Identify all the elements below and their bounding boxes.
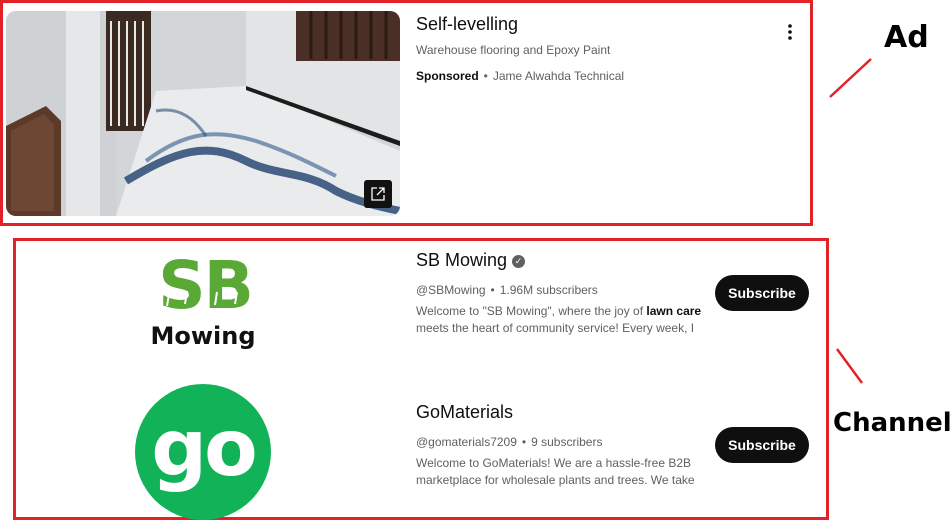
meta-separator: • — [483, 69, 488, 83]
ad-annotation-label: Ad — [884, 20, 929, 55]
verified-badge-icon: ✓ — [512, 255, 526, 268]
go-logo-text: go — [151, 404, 257, 494]
sb-logo-letters: SB — [158, 250, 252, 324]
channel-name-gomaterials[interactable]: GoMaterials — [416, 402, 513, 423]
channel-name-sb-mowing[interactable]: SB Mowing ✓ — [416, 250, 526, 271]
more-vert-icon — [788, 24, 792, 40]
subscriber-count: 9 subscribers — [531, 435, 603, 449]
channel-meta-gomaterials: @gomaterials7209 • 9 subscribers — [416, 435, 602, 449]
channel-description-sb-mowing: Welcome to "SB Mowing", where the joy of… — [416, 303, 704, 337]
desc-highlight: lawn care — [646, 304, 702, 318]
open-in-new-button[interactable] — [364, 180, 392, 208]
channels-annotation-line — [835, 348, 864, 384]
meta-separator: • — [521, 435, 527, 449]
channels-annotation-label: Channels — [833, 408, 950, 438]
channel-meta-sb-mowing: @SBMowing • 1.96M subscribers — [416, 283, 598, 297]
meta-separator: • — [490, 283, 495, 297]
ad-subtitle: Warehouse flooring and Epoxy Paint — [416, 43, 611, 57]
advertiser-name[interactable]: Jame Alwahda Technical — [493, 69, 624, 83]
subscribe-button-gomaterials[interactable]: Subscribe — [715, 427, 809, 463]
channel-name-text[interactable]: SB Mowing — [416, 250, 507, 270]
ad-thumbnail[interactable] — [6, 11, 400, 216]
ad-menu-button[interactable] — [780, 22, 800, 42]
ad-title[interactable]: Self-levelling — [416, 14, 518, 35]
open-in-new-icon — [371, 187, 385, 201]
ad-meta: Sponsored • Jame Alwahda Technical — [416, 69, 624, 83]
channel-handle: @SBMowing — [416, 283, 486, 297]
ad-thumbnail-image — [6, 11, 400, 216]
sb-logo-word: Mowing — [150, 322, 255, 350]
sb-mowing-logo: SB Mowing — [150, 247, 255, 350]
channel-description-gomaterials: Welcome to GoMaterials! We are a hassle-… — [416, 456, 695, 487]
desc-part: Welcome to "SB Mowing", where the joy of — [416, 304, 647, 318]
desc-part: meets the heart of community service! Ev… — [416, 321, 695, 335]
sponsored-label: Sponsored — [416, 69, 479, 83]
ad-annotation-line — [829, 58, 872, 98]
gomaterials-avatar[interactable]: go — [135, 384, 271, 520]
subscriber-count: 1.96M subscribers — [499, 283, 598, 297]
channel-handle: @gomaterials7209 — [416, 435, 517, 449]
subscribe-button-sb-mowing[interactable]: Subscribe — [715, 275, 809, 311]
sb-mowing-avatar[interactable]: SB Mowing — [145, 247, 265, 350]
